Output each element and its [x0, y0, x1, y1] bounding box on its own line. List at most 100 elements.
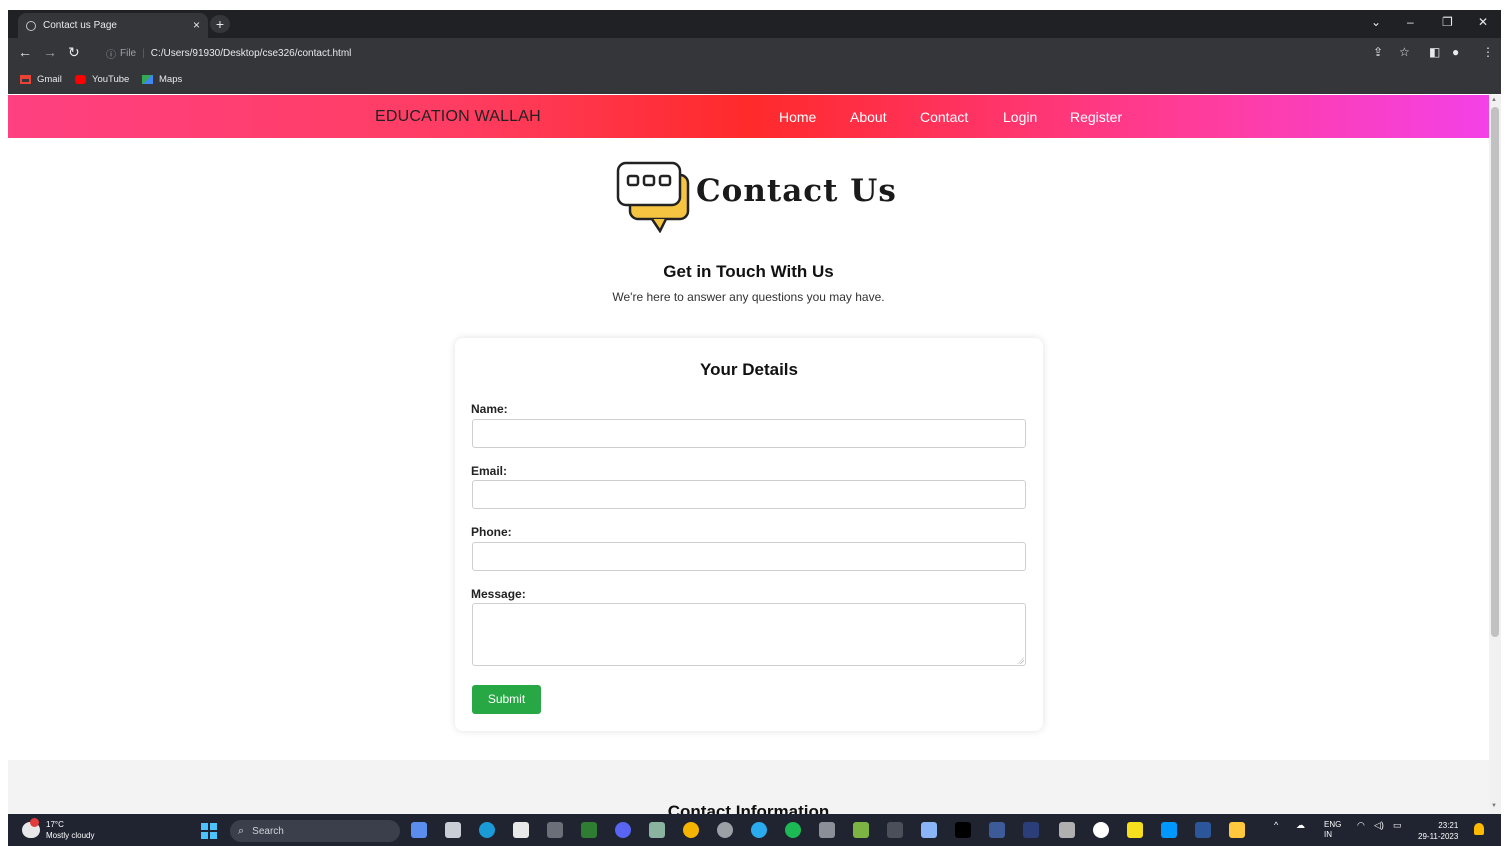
info-icon[interactable]: ⓘ — [106, 46, 116, 61]
scroll-up-arrow-icon[interactable]: ▲ — [1491, 97, 1497, 103]
phone-input[interactable] — [472, 542, 1026, 571]
site-navbar: EDUCATION WALLAH Home About Contact Logi… — [8, 95, 1489, 138]
app-icon[interactable] — [1059, 822, 1075, 838]
store-app-icon[interactable] — [513, 822, 529, 838]
page-title: Contact Us — [696, 173, 897, 209]
star-icon[interactable]: ☆ — [1399, 45, 1410, 59]
bookmark-label: Maps — [159, 74, 183, 85]
search-icon: ⌕ — [238, 824, 245, 837]
volume-icon[interactable]: ◁) — [1374, 820, 1384, 831]
app-icon[interactable] — [887, 822, 903, 838]
nav-login[interactable]: Login — [1003, 109, 1037, 125]
bookmark-label: YouTube — [92, 74, 130, 85]
scrollbar-thumb[interactable] — [1491, 107, 1499, 637]
forward-arrow-icon[interactable]: → — [43, 44, 57, 60]
folder-app-icon[interactable] — [1229, 822, 1245, 838]
clock-time: 23:21 — [1438, 821, 1459, 830]
email-input[interactable] — [472, 480, 1026, 509]
widgets-app-icon[interactable] — [411, 822, 427, 838]
notification-bell-icon[interactable] — [1474, 823, 1484, 835]
wifi-icon[interactable]: ◠ — [1357, 820, 1365, 831]
app-icon[interactable] — [1127, 822, 1143, 838]
telegram-app-icon[interactable] — [751, 822, 767, 838]
app-icon[interactable] — [819, 822, 835, 838]
clock-date: 29-11-2023 — [1418, 832, 1459, 841]
message-textarea[interactable] — [472, 603, 1026, 666]
system-clock[interactable]: 23:21 29-11-2023 — [1418, 820, 1458, 842]
message-label: Message: — [471, 587, 526, 601]
vscode-app-icon[interactable] — [1161, 822, 1177, 838]
submit-button[interactable]: Submit — [472, 685, 541, 714]
onedrive-icon[interactable]: ☁ — [1296, 820, 1305, 831]
app-icon[interactable] — [649, 822, 665, 838]
battery-icon[interactable]: ▭ — [1393, 820, 1402, 831]
app-icon[interactable] — [921, 822, 937, 838]
cloud-weather-icon — [22, 818, 40, 838]
nav-about[interactable]: About — [850, 109, 887, 125]
page-scrollbar[interactable]: ▲ ▼ — [1489, 95, 1501, 814]
section-subtitle: We're here to answer any questions you m… — [612, 290, 885, 304]
browser-tab[interactable]: Contact us Page × — [18, 13, 208, 38]
file-explorer-app-icon[interactable] — [445, 822, 461, 838]
youtube-icon — [75, 75, 86, 84]
new-tab-button[interactable]: + — [210, 15, 230, 33]
language-indicator[interactable]: ENG IN — [1324, 820, 1341, 840]
language-code: ENG — [1324, 820, 1342, 829]
resize-handle-icon[interactable] — [1017, 657, 1024, 664]
app-icon[interactable] — [955, 822, 971, 838]
nav-home[interactable]: Home — [779, 109, 816, 125]
name-input[interactable] — [472, 419, 1026, 448]
windows-taskbar: 17°C Mostly cloudy ⌕ Search ^ ☁ ENG IN ◠… — [8, 814, 1501, 846]
address-bar[interactable]: ⓘ File | C:/Users/91930/Desktop/cse326/c… — [98, 42, 1343, 64]
bookmark-gmail[interactable]: Gmail — [20, 74, 62, 85]
tab-close-button[interactable]: × — [193, 18, 200, 32]
browser-toolbar: ← → ↻ ⓘ File | C:/Users/91930/Desktop/cs… — [8, 38, 1501, 68]
taskbar-search[interactable]: ⌕ Search — [230, 820, 400, 842]
chrome-app-icon[interactable] — [683, 822, 699, 838]
app-icon[interactable] — [1023, 822, 1039, 838]
app-icon[interactable] — [717, 822, 733, 838]
bookmark-youtube[interactable]: YouTube — [75, 74, 129, 85]
tab-search-icon[interactable]: ⌄ — [1371, 15, 1381, 29]
maps-icon — [142, 75, 153, 84]
github-app-icon[interactable] — [1093, 822, 1109, 838]
tray-overflow-icon[interactable]: ^ — [1274, 820, 1278, 830]
browser-tab-strip: Contact us Page × + ⌄ – ❐ ✕ — [8, 10, 1501, 38]
windows-start-icon[interactable] — [201, 823, 217, 839]
app-icon[interactable] — [853, 822, 869, 838]
close-window-button[interactable]: ✕ — [1478, 15, 1488, 29]
scroll-down-arrow-icon[interactable]: ▼ — [1491, 803, 1497, 809]
app-icon[interactable] — [547, 822, 563, 838]
file-scheme-label: File — [120, 47, 137, 59]
restore-button[interactable]: ❐ — [1442, 15, 1453, 29]
phone-label: Phone: — [471, 525, 512, 539]
tab-title: Contact us Page — [43, 20, 117, 31]
app-icon[interactable] — [581, 822, 597, 838]
taskbar-search-label: Search — [252, 825, 284, 837]
bookmark-maps[interactable]: Maps — [142, 74, 182, 85]
back-arrow-icon[interactable]: ← — [18, 44, 32, 60]
spotify-app-icon[interactable] — [785, 822, 801, 838]
reload-icon[interactable]: ↻ — [68, 44, 80, 61]
discord-app-icon[interactable] — [615, 822, 631, 838]
weather-widget[interactable]: 17°C Mostly cloudy — [22, 818, 95, 841]
nav-contact[interactable]: Contact — [920, 109, 968, 125]
app-icon[interactable] — [989, 822, 1005, 838]
more-menu-icon[interactable]: ⋮ — [1482, 45, 1494, 59]
weather-desc: Mostly cloudy — [46, 831, 95, 840]
region-code: IN — [1324, 830, 1332, 839]
window-edge — [0, 0, 8, 846]
share-icon[interactable]: ⇪ — [1373, 45, 1383, 59]
section-heading: Get in Touch With Us — [663, 262, 834, 281]
gmail-icon — [20, 75, 31, 84]
name-label: Name: — [471, 402, 508, 416]
profile-avatar-icon[interactable]: ● — [1452, 45, 1459, 59]
nav-register[interactable]: Register — [1070, 109, 1122, 125]
side-panel-icon[interactable]: ◧ — [1429, 45, 1440, 59]
word-app-icon[interactable] — [1195, 822, 1211, 838]
address-separator: | — [142, 47, 145, 59]
minimize-button[interactable]: – — [1407, 15, 1414, 29]
site-brand[interactable]: EDUCATION WALLAH — [375, 108, 541, 126]
form-title: Your Details — [700, 360, 798, 379]
edge-app-icon[interactable] — [479, 822, 495, 838]
